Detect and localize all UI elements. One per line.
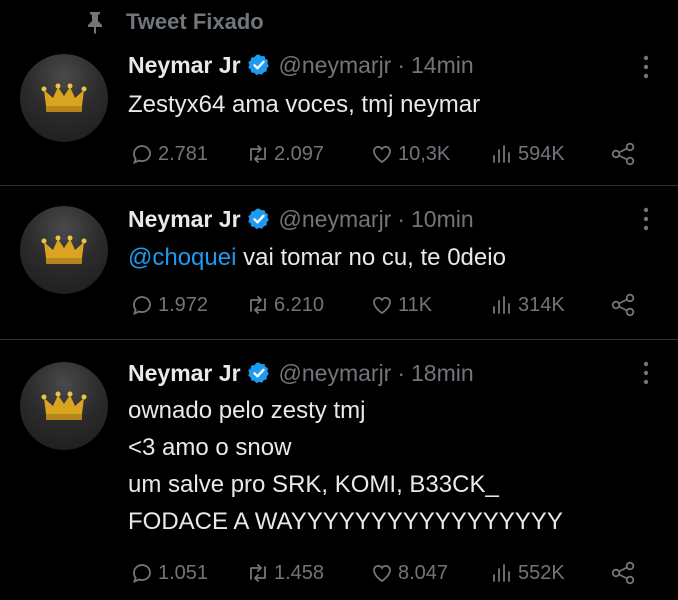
crown-icon [41,391,87,420]
heart-icon [373,145,391,164]
timestamp[interactable]: 14min [411,52,474,79]
tweet-card[interactable]: Neymar Jr @neymarjr · 18min ownado pelo … [0,340,678,600]
retweet-icon [250,564,266,582]
reply-button[interactable]: 1.051 [130,558,208,588]
action-bar: 1.051 1.458 8.047 552K [0,558,678,588]
verified-badge-icon [247,54,269,76]
pinned-label: Tweet Fixado [126,9,264,34]
avatar[interactable] [20,362,108,450]
handle[interactable]: @neymarjr [279,52,392,79]
mention-link[interactable]: @choquei [128,244,236,271]
like-count: 8.047 [398,561,449,584]
handle[interactable]: @neymarjr [279,206,392,233]
pin-icon [88,12,102,34]
share-icon[interactable] [610,292,636,318]
like-button[interactable]: 11K [370,290,432,320]
verified-badge-icon [247,362,269,384]
views-button[interactable]: 314K [490,290,565,320]
more-vertical-icon[interactable] [640,206,652,232]
reply-icon [133,296,151,316]
more-vertical-icon[interactable] [640,360,652,386]
retweet-count: 1.458 [274,561,325,584]
retweet-button[interactable]: 6.210 [246,290,324,320]
handle[interactable]: @neymarjr [279,360,392,387]
views-chart-icon [493,145,510,163]
share-icon[interactable] [610,560,636,586]
display-name[interactable]: Neymar Jr [128,360,241,387]
crown-icon [41,235,87,264]
retweet-icon [250,145,266,163]
views-chart-icon [493,296,510,314]
tweet-card[interactable]: Neymar Jr @neymarjr · 10min @choquei vai… [0,186,678,338]
tweet-header: Neymar Jr @neymarjr · 14min [128,50,474,80]
separator-dot: · [397,51,406,78]
pinned-header: Tweet Fixado [0,0,678,44]
reply-icon [133,145,151,165]
tweet-text-line: Zestyx64 ama voces, tmj neymar [128,91,481,118]
avatar[interactable] [20,206,108,294]
retweet-icon [250,296,266,314]
reply-button[interactable]: 2.781 [130,139,208,169]
tweet-header: Neymar Jr @neymarjr · 10min [128,204,474,234]
view-count: 314K [518,293,565,316]
tweet-text-line: vai tomar no cu, te 0deio [236,244,506,271]
like-count: 11K [398,293,433,316]
crown-icon [41,83,87,112]
reply-count: 1.051 [158,561,209,584]
view-count: 594K [518,142,565,165]
retweet-button[interactable]: 2.097 [246,139,324,169]
reply-count: 2.781 [158,142,209,165]
share-icon[interactable] [610,141,636,167]
separator-dot: · [397,205,406,232]
tweet-text-line: <3 amo o snow [128,434,292,461]
tweet-text: ownado pelo zesty tmj <3 amo o snow um s… [128,392,563,540]
retweet-count: 2.097 [274,142,325,165]
tweet-text: Zestyx64 ama voces, tmj neymar [128,86,480,123]
like-button[interactable]: 10,3K [370,139,450,169]
action-bar: 2.781 2.097 10,3K 594K [0,139,678,169]
separator-dot: · [397,359,406,386]
views-button[interactable]: 552K [490,558,565,588]
more-vertical-icon[interactable] [640,54,652,80]
heart-icon [373,564,391,583]
reply-count: 1.972 [158,293,209,316]
tweet-text-line: FODACE A WAYYYYYYYYYYYYYYYYY [128,508,563,535]
tweet-text: @choquei vai tomar no cu, te 0deio [128,239,506,276]
display-name[interactable]: Neymar Jr [128,52,241,79]
tweet-text-line: um salve pro SRK, KOMI, B33CK_ [128,471,499,498]
reply-icon [133,564,151,584]
tweet-text-line: ownado pelo zesty tmj [128,397,366,424]
tweet-header: Neymar Jr @neymarjr · 18min [128,358,474,388]
action-bar: 1.972 6.210 11K 314K [0,290,678,320]
timestamp[interactable]: 10min [411,206,474,233]
verified-badge-icon [247,208,269,230]
like-button[interactable]: 8.047 [370,558,448,588]
retweet-button[interactable]: 1.458 [246,558,324,588]
views-chart-icon [493,564,510,582]
reply-button[interactable]: 1.972 [130,290,208,320]
views-button[interactable]: 594K [490,139,565,169]
heart-icon [373,296,391,315]
view-count: 552K [518,561,565,584]
like-count: 10,3K [398,142,451,165]
display-name[interactable]: Neymar Jr [128,206,241,233]
tweet-card[interactable]: Neymar Jr @neymarjr · 14min Zestyx64 ama… [0,44,678,184]
timestamp[interactable]: 18min [411,360,474,387]
retweet-count: 6.210 [274,293,325,316]
avatar[interactable] [20,54,108,142]
